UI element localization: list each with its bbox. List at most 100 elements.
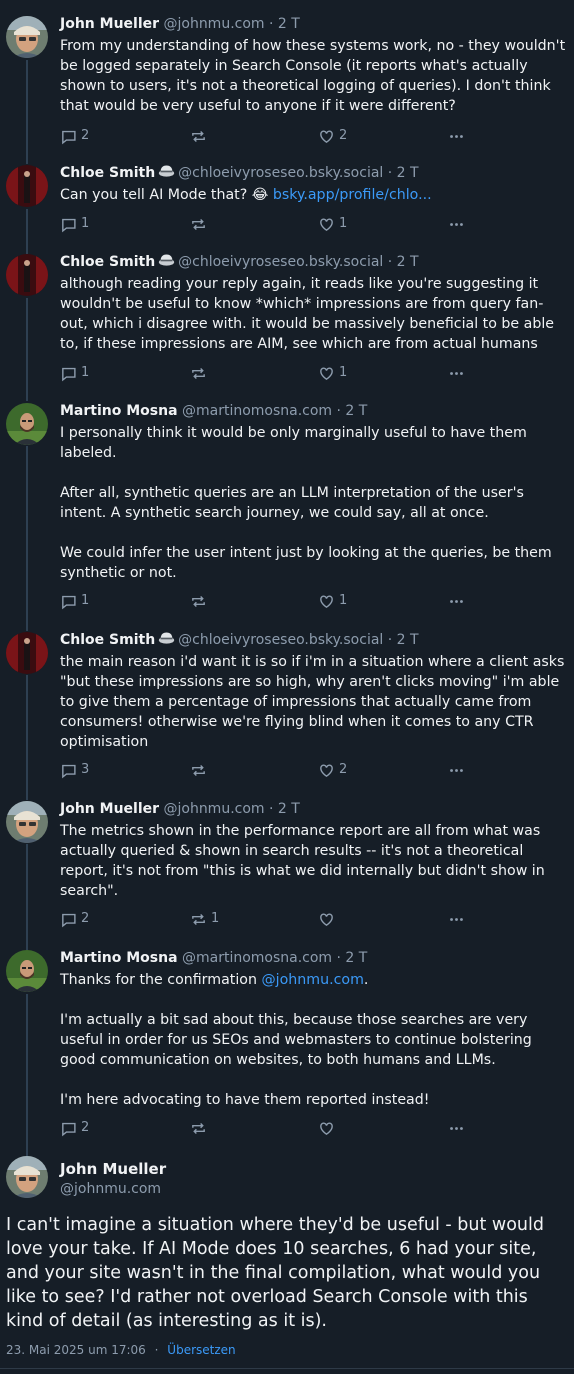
more-button[interactable] [448, 760, 465, 780]
avatar[interactable] [6, 632, 48, 674]
repost-button[interactable] [190, 126, 211, 146]
post-text: The metrics shown in the performance rep… [60, 821, 570, 901]
post-header: Martino Mosna @martinomosna.com · 2 T [60, 948, 367, 968]
post-actions: 1 1 [60, 591, 480, 611]
repost-button[interactable] [190, 760, 211, 780]
author-name[interactable]: Martino Mosna [60, 950, 178, 966]
post-paragraph [60, 1070, 570, 1090]
post-paragraph: although reading your reply again, it re… [60, 276, 555, 352]
post-header: John Mueller @johnmu.com · 2 T [60, 799, 300, 819]
like-button[interactable]: 1 [318, 591, 347, 611]
more-icon [448, 365, 465, 382]
thread-line [26, 844, 28, 950]
author-handle[interactable]: @martinomosna.com [182, 403, 332, 419]
reply-button[interactable]: 2 [60, 1118, 89, 1138]
reply-button[interactable]: 1 [60, 214, 89, 234]
like-count: 2 [339, 762, 348, 777]
author-handle[interactable]: @chloeivyroseseo.bsky.social [178, 254, 383, 270]
more-button[interactable] [448, 909, 465, 929]
reply-count: 2 [81, 911, 90, 926]
author-handle[interactable]: @chloeivyroseseo.bsky.social [178, 165, 383, 181]
more-button[interactable] [448, 363, 465, 383]
more-button[interactable] [448, 1118, 465, 1138]
reply-button[interactable]: 3 [60, 760, 89, 780]
more-icon [448, 1120, 465, 1137]
like-button[interactable]: 1 [318, 214, 347, 234]
cap-badge-icon [158, 630, 175, 647]
repost-button[interactable]: 1 [190, 909, 219, 929]
like-count: 1 [339, 365, 348, 380]
heart-icon [318, 128, 335, 145]
post-actions: 1 1 [60, 363, 480, 383]
post-timestamp[interactable]: 23. Mai 2025 um 17:06 [6, 1343, 146, 1357]
reply-button[interactable]: 2 [60, 909, 89, 929]
post-time[interactable]: · 2 T [337, 950, 368, 966]
translate-link[interactable]: Übersetzen [167, 1343, 235, 1357]
avatar[interactable] [6, 950, 48, 992]
reply-button[interactable]: 2 [60, 126, 89, 146]
heart-icon [318, 911, 335, 928]
like-button[interactable] [318, 1118, 339, 1138]
reply-button[interactable]: 1 [60, 591, 89, 611]
repost-button[interactable] [190, 591, 211, 611]
avatar[interactable] [6, 16, 48, 58]
author-handle[interactable]: @martinomosna.com [182, 950, 332, 966]
like-button[interactable] [318, 909, 339, 929]
mention-link[interactable]: @johnmu.com [261, 972, 363, 988]
more-button[interactable] [448, 126, 465, 146]
more-icon [448, 593, 465, 610]
like-button[interactable]: 2 [318, 126, 347, 146]
post-time[interactable]: · 2 T [388, 632, 419, 648]
author-handle[interactable]: @chloeivyroseseo.bsky.social [178, 632, 383, 648]
like-button[interactable]: 1 [318, 363, 347, 383]
post-header: John Mueller @johnmu.com · 2 T [60, 14, 300, 34]
post-header: Martino Mosna @martinomosna.com · 2 T [60, 401, 367, 421]
avatar[interactable] [6, 254, 48, 296]
thread-line [26, 60, 28, 164]
like-count: 2 [339, 128, 348, 143]
post-time[interactable]: · 2 T [269, 16, 300, 32]
repost-icon [190, 762, 207, 779]
author-name[interactable]: Chloe Smith [60, 632, 155, 648]
author-name[interactable]: John Mueller [60, 1160, 166, 1178]
post-link[interactable]: bsky.app/profile/chlo... [273, 187, 432, 203]
like-button[interactable]: 2 [318, 760, 347, 780]
post-time[interactable]: · 2 T [388, 165, 419, 181]
heart-icon [318, 1120, 335, 1137]
post-time[interactable]: · 2 T [388, 254, 419, 270]
author-name[interactable]: Chloe Smith [60, 165, 155, 181]
thread-line [26, 994, 28, 1156]
comment-icon [60, 911, 77, 928]
author-handle[interactable]: @johnmu.com [163, 801, 264, 817]
author-name[interactable]: Chloe Smith [60, 254, 155, 270]
more-icon [448, 128, 465, 145]
repost-button[interactable] [190, 363, 211, 383]
post-text-prefix: Can you tell AI Mode that? 😂 [60, 187, 273, 203]
author-name[interactable]: John Mueller [60, 801, 159, 817]
avatar[interactable] [6, 403, 48, 445]
post-text: I personally think it would be only marg… [60, 423, 570, 583]
repost-button[interactable] [190, 1118, 211, 1138]
like-count: 1 [339, 593, 348, 608]
post-paragraph: Thanks for the confirmation @johnmu.com. [60, 970, 570, 990]
avatar[interactable] [6, 165, 48, 207]
author-handle[interactable]: @johnmu.com [163, 16, 264, 32]
more-button[interactable] [448, 591, 465, 611]
author-handle[interactable]: @johnmu.com [60, 1181, 161, 1197]
post-paragraph: I personally think it would be only marg… [60, 425, 527, 461]
reply-button[interactable]: 1 [60, 363, 89, 383]
reply-count: 1 [81, 365, 90, 380]
more-button[interactable] [448, 214, 465, 234]
more-icon [448, 216, 465, 233]
heart-icon [318, 365, 335, 382]
repost-button[interactable] [190, 214, 211, 234]
avatar[interactable] [6, 1156, 48, 1198]
avatar[interactable] [6, 801, 48, 843]
author-name[interactable]: Martino Mosna [60, 403, 178, 419]
post-paragraph: I'm here advocating to have them reporte… [60, 1092, 430, 1108]
author-name[interactable]: John Mueller [60, 16, 159, 32]
post-time[interactable]: · 2 T [337, 403, 368, 419]
thread-line [26, 675, 28, 800]
repost-icon [190, 365, 207, 382]
post-time[interactable]: · 2 T [269, 801, 300, 817]
